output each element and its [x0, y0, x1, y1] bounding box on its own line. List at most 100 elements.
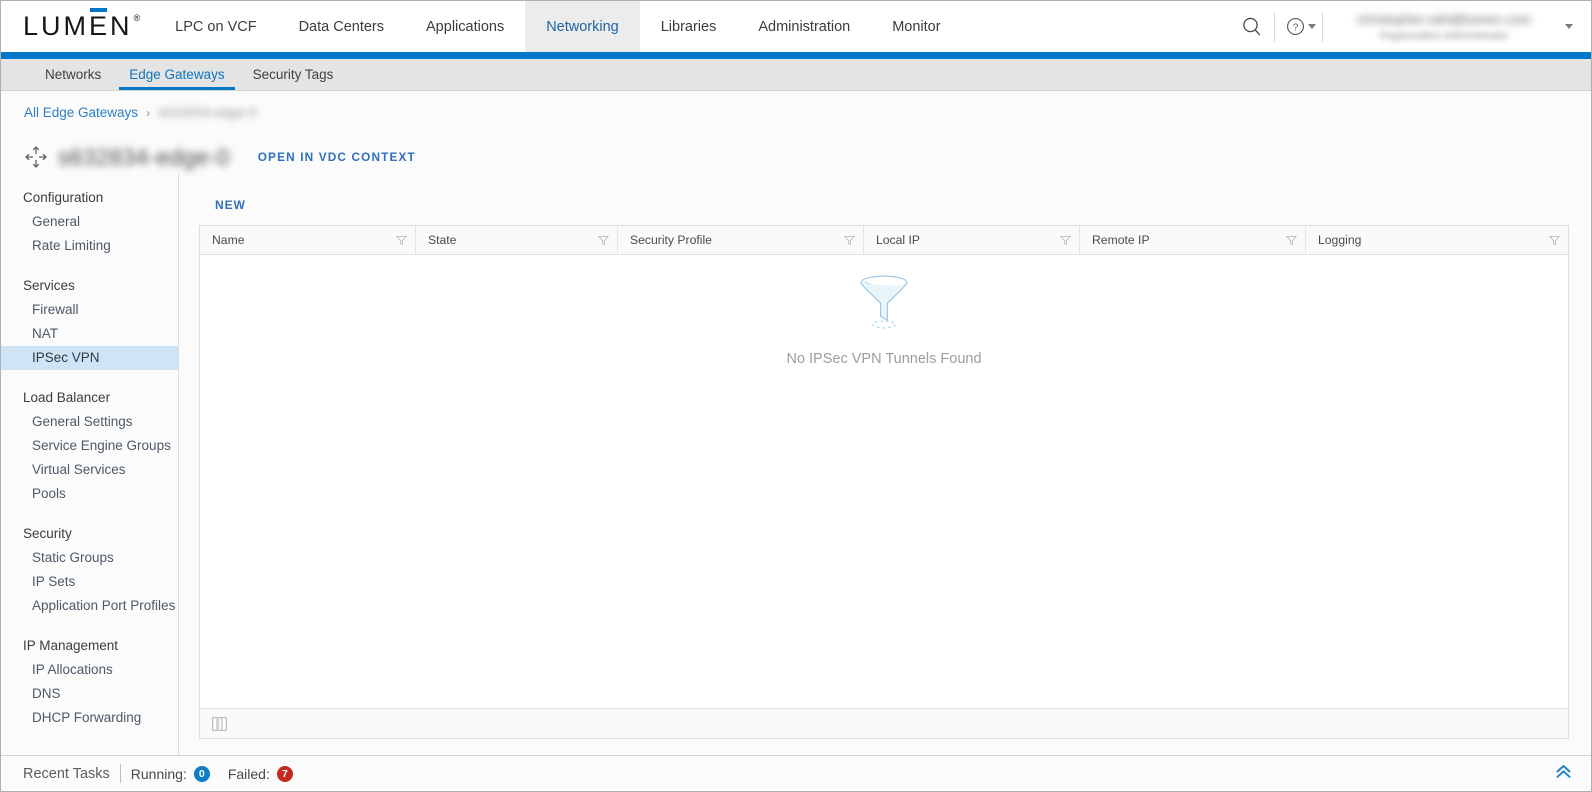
application-window: LUM E N ® LPC on VCF Data Centers Applicati… — [0, 0, 1592, 792]
nav-item-data-centers[interactable]: Data Centers — [278, 1, 405, 52]
logo-e-letter: E — [89, 11, 111, 41]
svg-text:?: ? — [1293, 23, 1299, 34]
empty-state: No IPSec VPN Tunnels Found — [786, 271, 982, 367]
subnav-label: Security Tags — [252, 67, 334, 82]
sidebar-item-ipsec-vpn[interactable]: IPSec VPN — [1, 346, 178, 370]
column-label: State — [428, 233, 457, 247]
column-label: Logging — [1318, 233, 1362, 247]
filter-icon[interactable] — [1286, 235, 1297, 246]
nav-item-networking[interactable]: Networking — [525, 1, 640, 52]
sidebar-item-nat[interactable]: NAT — [1, 322, 178, 346]
sidebar-item-service-engine-groups[interactable]: Service Engine Groups — [1, 434, 178, 458]
recent-tasks-button[interactable]: Recent Tasks — [23, 766, 110, 782]
sidebar-heading-configuration: Configuration — [23, 190, 104, 205]
header-actions: ? christopher.vahl@lumen.com Organizatio… — [1230, 1, 1591, 52]
column-header-local-ip[interactable]: Local IP — [864, 226, 1080, 254]
sidebar-heading-services: Services — [23, 278, 75, 293]
help-menu-button[interactable]: ? — [1275, 16, 1322, 37]
nav-item-lpc-on-vcf[interactable]: LPC on VCF — [154, 1, 277, 52]
running-count-badge: 0 — [193, 765, 210, 782]
user-account-menu[interactable]: christopher.vahl@lumen.com Organization … — [1323, 1, 1563, 52]
column-label: Security Profile — [630, 233, 712, 247]
sidebar-item-general-settings[interactable]: General Settings — [1, 410, 178, 434]
status-bar: Recent Tasks Running: 0 Failed: 7 — [1, 755, 1591, 791]
grid-body: No IPSec VPN Tunnels Found — [200, 255, 1568, 708]
brand-accent-bar — [1, 52, 1591, 59]
sidebar-heading-ip-management: IP Management — [23, 638, 119, 653]
double-chevron-up-icon — [1556, 764, 1571, 778]
main-content: NEW Name State Security Profile Local IP… — [179, 174, 1591, 755]
nav-item-applications[interactable]: Applications — [405, 1, 525, 52]
filter-icon[interactable] — [598, 235, 609, 246]
filter-icon[interactable] — [844, 235, 855, 246]
logo-registered-mark: ® — [133, 13, 141, 23]
logo-part-e: E — [89, 8, 111, 41]
column-header-security-profile[interactable]: Security Profile — [618, 226, 864, 254]
expand-tasks-panel-button[interactable] — [1554, 763, 1579, 785]
running-label: Running: — [130, 765, 187, 782]
sidebar-item-rate-limiting[interactable]: Rate Limiting — [1, 234, 178, 258]
subnav-item-security-tags[interactable]: Security Tags — [239, 59, 348, 90]
sidebar-item-dns[interactable]: DNS — [1, 682, 178, 706]
grid-toolbar: NEW — [199, 174, 1569, 225]
column-label: Remote IP — [1092, 233, 1150, 247]
column-selector-icon[interactable] — [212, 716, 227, 731]
new-button[interactable]: NEW — [215, 198, 246, 212]
sidebar-item-dhcp-forwarding[interactable]: DHCP Forwarding — [1, 706, 178, 730]
nav-label: Monitor — [892, 18, 941, 35]
status-divider — [119, 764, 121, 783]
filter-icon[interactable] — [396, 235, 407, 246]
subnav-label: Edge Gateways — [129, 67, 225, 82]
failed-label: Failed: — [227, 765, 270, 782]
sidebar-item-general[interactable]: General — [1, 210, 178, 234]
ipsec-vpn-tunnels-grid: Name State Security Profile Local IP Rem… — [199, 225, 1569, 739]
column-header-logging[interactable]: Logging — [1306, 226, 1568, 254]
lumen-logo-text: LUM E N ® — [23, 8, 141, 41]
sidebar-group-security: Security Static Groups IP Sets Applicati… — [1, 522, 178, 618]
sidebar-item-virtual-services[interactable]: Virtual Services — [1, 458, 178, 482]
sidebar-item-static-groups[interactable]: Static Groups — [1, 546, 178, 570]
column-header-state[interactable]: State — [416, 226, 618, 254]
column-header-name[interactable]: Name — [200, 226, 416, 254]
logo-part-2: N — [110, 11, 133, 41]
page-title-row: s632834-edge-0 OPEN IN VDC CONTEXT — [1, 120, 1591, 174]
filter-icon[interactable] — [1060, 235, 1071, 246]
breadcrumb: All Edge Gateways › s632834-edge-0 — [1, 91, 1591, 120]
logo-accent-bar — [90, 8, 108, 12]
search-button[interactable] — [1230, 1, 1274, 52]
breadcrumb-all-edge-gateways[interactable]: All Edge Gateways — [24, 105, 138, 120]
failed-tasks-status[interactable]: Failed: 7 — [227, 765, 293, 782]
primary-navigation: LPC on VCF Data Centers Applications Net… — [154, 1, 1230, 52]
page-body: Configuration General Rate Limiting Serv… — [1, 174, 1591, 755]
lumen-logo[interactable]: LUM E N ® — [1, 1, 154, 52]
breadcrumb-separator: › — [146, 105, 151, 120]
edge-gateway-icon — [25, 146, 47, 168]
edge-gateway-sidebar: Configuration General Rate Limiting Serv… — [1, 174, 179, 755]
chevron-down-icon — [1565, 24, 1573, 29]
nav-item-monitor[interactable]: Monitor — [871, 1, 961, 52]
sidebar-item-firewall[interactable]: Firewall — [1, 298, 178, 322]
sidebar-group-services: Services Firewall NAT IPSec VPN — [1, 274, 178, 370]
user-menu-toggle[interactable] — [1563, 24, 1583, 29]
filter-icon[interactable] — [1549, 235, 1560, 246]
page-title: s632834-edge-0 — [58, 143, 230, 170]
column-header-remote-ip[interactable]: Remote IP — [1080, 226, 1306, 254]
nav-item-administration[interactable]: Administration — [737, 1, 871, 52]
nav-label: Data Centers — [298, 18, 385, 35]
column-label: Name — [212, 233, 245, 247]
sidebar-group-load-balancer: Load Balancer General Settings Service E… — [1, 386, 178, 506]
user-email: christopher.vahl@lumen.com — [1356, 11, 1532, 27]
sidebar-item-pools[interactable]: Pools — [1, 482, 178, 506]
nav-item-libraries[interactable]: Libraries — [640, 1, 738, 52]
sidebar-group-configuration: Configuration General Rate Limiting — [1, 186, 178, 258]
open-in-vdc-context-link[interactable]: OPEN IN VDC CONTEXT — [258, 150, 416, 164]
subnav-item-networks[interactable]: Networks — [31, 59, 115, 90]
running-tasks-status[interactable]: Running: 0 — [130, 765, 210, 782]
funnel-icon — [860, 275, 908, 329]
sidebar-heading-load-balancer: Load Balancer — [23, 390, 111, 405]
sidebar-group-ip-management: IP Management IP Allocations DNS DHCP Fo… — [1, 634, 178, 730]
sidebar-item-ip-sets[interactable]: IP Sets — [1, 570, 178, 594]
sidebar-item-ip-allocations[interactable]: IP Allocations — [1, 658, 178, 682]
subnav-item-edge-gateways[interactable]: Edge Gateways — [115, 59, 238, 90]
sidebar-item-application-port-profiles[interactable]: Application Port Profiles — [1, 594, 178, 618]
